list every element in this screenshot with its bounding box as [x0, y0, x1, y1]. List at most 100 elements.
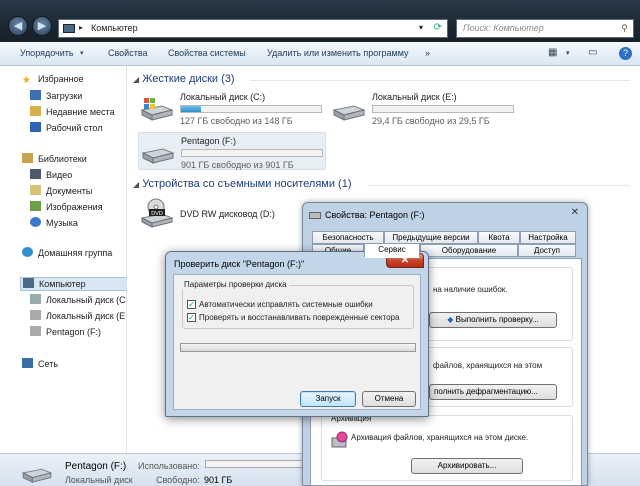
dvd-drive-icon: DVD: [140, 198, 174, 228]
nav-desktop[interactable]: Рабочий стол: [30, 122, 103, 136]
nav-drive-e[interactable]: Локальный диск (E:: [30, 310, 126, 324]
homegroup-icon: [22, 247, 33, 257]
nav-label: Домашняя группа: [38, 248, 113, 258]
chevron-down-icon[interactable]: ▾: [419, 23, 423, 32]
start-button[interactable]: Запуск: [300, 391, 356, 407]
scan-sectors-label[interactable]: Проверять и восстанавливать поврежденные…: [199, 313, 399, 322]
group-title: Устройства со съемными носителями (1): [142, 178, 352, 190]
nav-drive-f[interactable]: Pentagon (F:): [30, 326, 101, 340]
backup-now-button[interactable]: Архивировать...: [411, 458, 523, 474]
properties-title: Свойства: Pentagon (F:): [325, 210, 425, 220]
tab-hardware[interactable]: Оборудование: [420, 244, 518, 257]
tab-sharing[interactable]: Доступ: [518, 244, 576, 257]
nav-label: Рабочий стол: [46, 123, 103, 133]
collapse-icon: ◢: [133, 180, 140, 189]
nav-label: Сеть: [38, 359, 59, 369]
drive-dvd[interactable]: DVD DVD RW дисковод (D:): [140, 198, 300, 232]
drive-usage-bar: [180, 105, 322, 113]
music-icon: [30, 217, 41, 227]
help-icon[interactable]: ?: [619, 47, 632, 60]
options-group-label: Параметры проверки диска: [182, 280, 289, 289]
auto-fix-checkbox[interactable]: ✓: [187, 300, 196, 309]
nav-label: Библиотеки: [38, 154, 87, 164]
group-title: Жесткие диски (3): [142, 73, 235, 85]
progress-bar: [180, 343, 416, 352]
uninstall-program-button[interactable]: Удалить или изменить программу: [267, 48, 408, 58]
auto-fix-label[interactable]: Автоматически исправлять системные ошибк…: [199, 300, 373, 309]
drive-name: Локальный диск (E:): [372, 92, 457, 102]
details-used-label: Использовано:: [138, 461, 200, 471]
back-button[interactable]: ◀: [8, 16, 28, 36]
properties-button[interactable]: Свойства: [108, 48, 148, 58]
tab-customize[interactable]: Настройка: [520, 231, 576, 244]
refresh-icon[interactable]: ⟳: [434, 22, 442, 33]
preview-pane-icon[interactable]: ▭: [588, 47, 597, 58]
group-divider: [250, 80, 630, 81]
drive-free-space: 901 ГБ свободно из 901 ГБ: [181, 160, 294, 170]
nav-label: Документы: [46, 186, 93, 196]
nav-network[interactable]: Сеть: [22, 358, 58, 372]
nav-computer[interactable]: Компьютер: [20, 277, 126, 291]
drive-name: Локальный диск (C:): [180, 92, 266, 102]
drive-icon: [332, 105, 366, 121]
nav-music[interactable]: Музыка: [30, 217, 78, 231]
nav-downloads[interactable]: Загрузки: [30, 90, 82, 104]
system-properties-button[interactable]: Свойства системы: [168, 48, 246, 58]
nav-documents[interactable]: Документы: [30, 185, 92, 199]
nav-favorites[interactable]: ★ Избранное: [22, 74, 84, 88]
tab-quota[interactable]: Квота: [478, 231, 520, 244]
forward-button[interactable]: ▶: [32, 16, 52, 36]
drive-name: DVD RW дисковод (D:): [180, 209, 275, 219]
cancel-button[interactable]: Отмена: [362, 391, 416, 407]
group-header-removable[interactable]: ◢ Устройства со съемными носителями (1): [133, 178, 352, 190]
computer-icon: [63, 24, 75, 33]
address-row: ◀ ▶ ▸ Компьютер ▾ ⟳ Поиск: Компьютер ⚲: [0, 14, 640, 40]
nav-video[interactable]: Видео: [30, 169, 72, 183]
scan-sectors-checkbox[interactable]: ✓: [187, 313, 196, 322]
defragment-button[interactable]: полнить дефрагментацию...: [429, 384, 557, 400]
nav-pictures[interactable]: Изображения: [30, 201, 103, 215]
nav-homegroup[interactable]: Домашняя группа: [22, 247, 112, 261]
libraries-icon: [22, 153, 33, 163]
close-icon[interactable]: ✕: [571, 207, 579, 218]
drive-icon: [141, 148, 175, 164]
drive-icon: [21, 468, 53, 483]
windows-drive-icon: [140, 98, 174, 121]
nav-label: Недавние места: [46, 107, 115, 117]
pictures-icon: [30, 201, 41, 211]
view-options-icon[interactable]: ▦: [548, 47, 557, 58]
error-check-text: на наличие ошибок.: [433, 285, 508, 294]
more-commands-button[interactable]: »: [425, 48, 430, 58]
group-header-hard-disks[interactable]: ◢ Жесткие диски (3): [133, 73, 235, 85]
check-now-button[interactable]: ◆ Выполнить проверку...: [429, 312, 557, 328]
drive-e[interactable]: Локальный диск (E:) 29,4 ГБ свободно из …: [332, 92, 522, 128]
recent-places-icon: [30, 106, 41, 116]
group-divider: [368, 185, 630, 186]
breadcrumb[interactable]: Компьютер: [91, 23, 138, 33]
details-name: Pentagon (F:): [65, 461, 127, 472]
downloads-icon: [30, 90, 41, 100]
drive-icon: [30, 294, 41, 304]
drive-usage-bar: [372, 105, 514, 113]
nav-label: Изображения: [46, 202, 103, 212]
drive-usage-bar: [181, 149, 323, 157]
drive-free-space: 29,4 ГБ свободно из 29,5 ГБ: [372, 116, 490, 126]
drive-f[interactable]: Pentagon (F:) 901 ГБ свободно из 901 ГБ: [138, 132, 326, 170]
shield-icon: ◆: [447, 315, 454, 324]
nav-recent[interactable]: Недавние места: [30, 106, 115, 120]
computer-icon: [23, 278, 34, 288]
tab-tools[interactable]: Сервис: [364, 243, 420, 258]
nav-label: Локальный диск (C: [46, 295, 126, 305]
command-bar: Упорядочить ▾ Свойства Свойства системы …: [0, 42, 640, 66]
drive-c[interactable]: Локальный диск (C:) 127 ГБ свободно из 1…: [140, 92, 330, 128]
address-bar[interactable]: ▸ Компьютер ▾ ⟳: [58, 19, 448, 38]
search-input[interactable]: Поиск: Компьютер ⚲: [456, 19, 634, 38]
organize-button[interactable]: Упорядочить: [20, 48, 74, 58]
chevron-down-icon[interactable]: ▾: [566, 49, 570, 57]
nav-drive-c[interactable]: Локальный диск (C: [30, 294, 126, 308]
nav-label: Pentagon (F:): [46, 327, 102, 337]
nav-label: Видео: [46, 170, 73, 180]
nav-libraries[interactable]: Библиотеки: [22, 153, 87, 167]
nav-label: Избранное: [38, 74, 84, 84]
window-titlebar: ◀ ▶ ▸ Компьютер ▾ ⟳ Поиск: Компьютер ⚲: [0, 0, 640, 42]
